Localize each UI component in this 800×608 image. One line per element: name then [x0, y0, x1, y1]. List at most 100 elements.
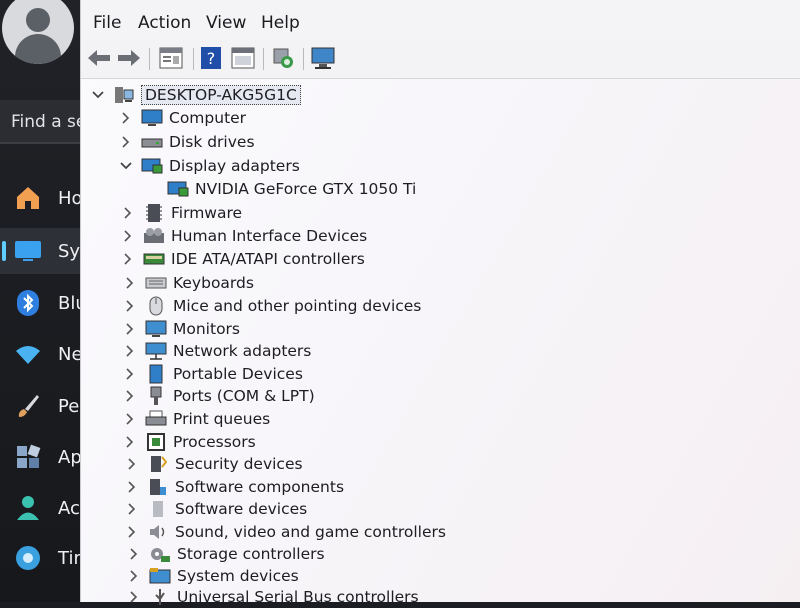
chevron-right-icon[interactable]	[121, 274, 139, 292]
tree-item-firmware[interactable]: Firmware	[119, 202, 242, 224]
nav-item-home[interactable]: Ho	[0, 175, 92, 221]
port-icon	[145, 386, 167, 406]
toolbar-separator	[303, 48, 304, 70]
tree-item-display-adapters[interactable]: Display adapters	[117, 155, 300, 177]
usb-icon	[149, 587, 171, 607]
toolbar-separator	[149, 48, 150, 70]
mouse-icon	[145, 296, 167, 316]
nav-item-apps[interactable]: Ap	[0, 434, 92, 480]
computer-name: DESKTOP-AKG5G1C	[141, 85, 301, 105]
tree-item-keyboards[interactable]: Keyboards	[121, 272, 254, 294]
chevron-right-icon[interactable]	[123, 500, 141, 518]
forward-arrow-icon[interactable]	[115, 45, 143, 71]
chevron-right-icon[interactable]	[121, 365, 139, 383]
tree-item-ide-controllers[interactable]: IDE ATA/ATAPI controllers	[119, 248, 365, 270]
tree-item-software-devices[interactable]: Software devices	[123, 498, 307, 520]
chevron-down-icon[interactable]	[117, 157, 135, 175]
portable-device-icon	[145, 364, 167, 384]
chevron-down-icon[interactable]	[89, 86, 107, 104]
nav-item-network[interactable]: Ne	[0, 331, 92, 377]
menu-action[interactable]: Action	[138, 13, 191, 33]
chevron-right-icon[interactable]	[121, 410, 139, 428]
tree-item-human-interface-devices[interactable]: Human Interface Devices	[119, 225, 367, 247]
tree-item-label: IDE ATA/ATAPI controllers	[171, 250, 365, 268]
toolbar: ?	[81, 40, 800, 79]
chevron-right-icon[interactable]	[125, 567, 143, 585]
display-adapter-icon	[141, 156, 163, 176]
nav-item-accounts[interactable]: Acc	[0, 485, 92, 531]
menu-view[interactable]: View	[206, 13, 246, 33]
scan-hardware-icon[interactable]	[269, 45, 297, 71]
chevron-right-icon[interactable]	[121, 320, 139, 338]
properties-icon[interactable]	[157, 45, 185, 71]
menu-bar: File Action View Help	[81, 0, 800, 41]
network-adapter-icon	[145, 341, 167, 361]
chevron-right-icon[interactable]	[123, 478, 141, 496]
update-driver-icon[interactable]	[229, 45, 257, 71]
disk-drive-icon	[141, 132, 163, 152]
processor-icon	[145, 432, 167, 452]
nav-item-bluetooth[interactable]: Blu	[0, 280, 92, 326]
tree-item-label: Portable Devices	[173, 365, 303, 383]
chevron-right-icon[interactable]	[121, 297, 139, 315]
nav-item-personalization[interactable]: Per	[0, 383, 92, 429]
nav-item-system[interactable]: Sys	[0, 228, 92, 274]
chevron-right-icon[interactable]	[121, 433, 139, 451]
computer-root-icon	[113, 85, 135, 105]
nav-item-time[interactable]: Tim	[0, 535, 92, 581]
tree-item-monitors[interactable]: Monitors	[121, 318, 240, 340]
chevron-right-icon[interactable]	[121, 342, 139, 360]
tree-item-network-adapters[interactable]: Network adapters	[121, 340, 311, 362]
nav-item-label: Ne	[58, 343, 83, 365]
active-indicator	[2, 241, 6, 261]
tree-item-label: Firmware	[171, 204, 243, 222]
chevron-right-icon[interactable]	[125, 588, 143, 606]
avatar-head	[26, 8, 50, 32]
menu-file[interactable]: File	[93, 13, 121, 33]
back-arrow-icon[interactable]	[85, 45, 113, 71]
tree-item-mice[interactable]: Mice and other pointing devices	[121, 295, 421, 317]
tree-item-processors[interactable]: Processors	[121, 431, 256, 453]
tree-item-disk-drives[interactable]: Disk drives	[117, 131, 255, 153]
ide-controller-icon	[143, 249, 165, 269]
tree-item-portable-devices[interactable]: Portable Devices	[121, 363, 303, 385]
tree-item-label: Ports (COM & LPT)	[173, 387, 315, 405]
chevron-right-icon[interactable]	[117, 109, 135, 127]
wifi-icon	[12, 338, 44, 370]
tree-item-computer[interactable]: Computer	[117, 107, 246, 129]
settings-search-input[interactable]: Find a se	[0, 100, 92, 144]
chevron-right-icon[interactable]	[121, 387, 139, 405]
system-device-icon	[149, 566, 171, 586]
device-manager-window: File Action View Help ? DESKTOP-AKG5G1C …	[80, 0, 800, 606]
tree-item-print-queues[interactable]: Print queues	[121, 408, 270, 430]
user-avatar[interactable]	[2, 0, 74, 64]
hid-icon	[143, 226, 165, 246]
tree-item-label: NVIDIA GeForce GTX 1050 Ti	[195, 180, 417, 198]
tree-item-ports[interactable]: Ports (COM & LPT)	[121, 385, 315, 407]
tree-item-label: System devices	[177, 567, 299, 585]
toolbar-separator	[263, 48, 264, 70]
display-device-icon[interactable]	[309, 45, 337, 71]
tree-item-software-components[interactable]: Software components	[123, 476, 344, 498]
chevron-right-icon[interactable]	[119, 227, 137, 245]
tree-item-label: Disk drives	[169, 133, 255, 151]
tree-item-usb-controllers[interactable]: Universal Serial Bus controllers	[125, 586, 419, 608]
tree-item-security-devices[interactable]: Security devices	[123, 453, 303, 475]
nav-item-label: Ap	[58, 446, 82, 468]
chevron-right-icon[interactable]	[119, 250, 137, 268]
help-icon[interactable]: ?	[197, 45, 225, 71]
monitor-icon	[145, 319, 167, 339]
tree-item-nvidia-gpu[interactable]: NVIDIA GeForce GTX 1050 Ti	[167, 178, 416, 200]
chevron-right-icon[interactable]	[119, 204, 137, 222]
tree-item-sound-controllers[interactable]: Sound, video and game controllers	[123, 521, 446, 543]
chevron-right-icon[interactable]	[125, 545, 143, 563]
menu-help[interactable]: Help	[261, 13, 300, 33]
tree-item-storage-controllers[interactable]: Storage controllers	[125, 543, 325, 565]
home-icon	[12, 182, 44, 214]
chevron-right-icon[interactable]	[123, 455, 141, 473]
device-tree: DESKTOP-AKG5G1C Computer Disk drives Dis…	[81, 78, 800, 606]
tree-item-system-devices[interactable]: System devices	[125, 565, 299, 587]
chevron-right-icon[interactable]	[123, 523, 141, 541]
tree-root[interactable]: DESKTOP-AKG5G1C	[89, 84, 301, 106]
chevron-right-icon[interactable]	[117, 133, 135, 151]
